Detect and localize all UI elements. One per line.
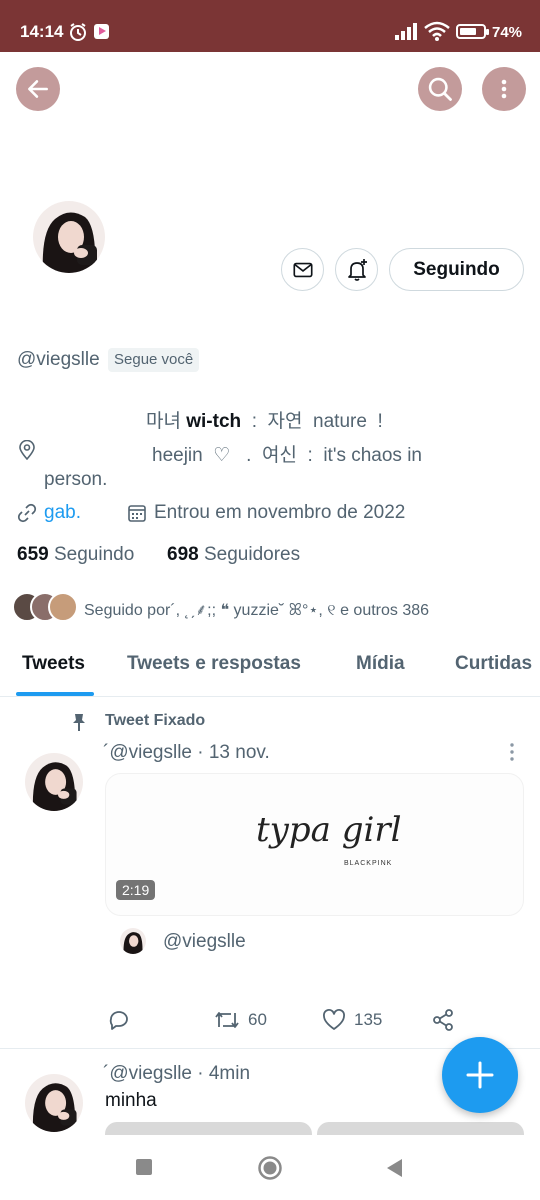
retweet-count: 60 — [248, 1010, 267, 1029]
avatar-photo — [25, 753, 83, 811]
link-icon — [17, 503, 37, 523]
following-stat[interactable]: 659 Seguindo — [17, 544, 134, 566]
signal-icon — [395, 23, 417, 40]
back-nav-icon[interactable] — [384, 1157, 404, 1179]
video-card[interactable]: typa girl BLACKPINK 2:19 — [105, 773, 524, 916]
followers-count: 698 — [167, 544, 199, 565]
share-icon — [433, 1009, 453, 1031]
avatar-photo — [120, 928, 146, 954]
battery-label: 74% — [492, 24, 523, 41]
share-button[interactable] — [431, 1008, 455, 1032]
bio-text: 마녀 — [146, 411, 187, 432]
tweet-header[interactable]: ´@viegslle · 4min — [103, 1063, 250, 1085]
followers-label: Seguidores — [203, 544, 301, 565]
bell-plus-icon — [347, 258, 367, 281]
following-label: Seguindo — [53, 544, 135, 565]
tabs-divider — [0, 696, 540, 697]
notifications-button[interactable] — [335, 248, 378, 291]
status-time: 14:14 — [20, 22, 64, 41]
plus-icon — [466, 1061, 494, 1089]
search-button[interactable] — [418, 67, 462, 111]
bio-line-2: heejin ♡ . 여신 : it's chaos in — [152, 445, 423, 466]
follows-you-badge: Segue você — [108, 348, 200, 372]
wifi-icon — [424, 21, 450, 41]
quoted-avatar — [120, 928, 146, 954]
reply-button[interactable] — [107, 1008, 131, 1032]
retweet-icon — [215, 1012, 239, 1028]
bio-text: : 자연 nature ! — [241, 411, 383, 432]
tweet-avatar[interactable] — [25, 1074, 83, 1132]
location-icon — [19, 440, 35, 460]
heart-icon — [323, 1009, 345, 1030]
like-button[interactable]: 135 — [322, 1008, 382, 1032]
followers-stat[interactable]: 698 Seguidores — [167, 544, 300, 566]
compose-tweet-button[interactable] — [442, 1037, 518, 1113]
tweet-more-icon[interactable] — [502, 742, 522, 762]
joined-date: Entrou em novembro de 2022 — [154, 502, 406, 523]
system-nav-bar — [0, 1135, 540, 1200]
home-icon[interactable] — [257, 1155, 283, 1181]
tab-tweets-replies[interactable]: Tweets e respostas — [127, 653, 301, 675]
pin-icon — [73, 714, 85, 731]
avatar-photo — [25, 1074, 83, 1132]
calendar-icon — [128, 505, 146, 522]
recents-icon[interactable] — [134, 1157, 154, 1177]
bio-bold-text: wi-tch — [186, 411, 242, 432]
followed-by-text[interactable]: Seguido por´, ˛ˏ⸙;; ❝ yuzzie˘ ꕤ°⋆, ୧ e o… — [84, 598, 429, 620]
more-button[interactable] — [482, 67, 526, 111]
quoted-handle[interactable]: @viegslle — [163, 931, 246, 953]
profile-handle: @viegslle — [17, 349, 100, 370]
status-bar: 14:14 74% — [0, 0, 540, 52]
search-icon — [428, 77, 452, 101]
tweet-header[interactable]: ´@viegslle · 13 nov. — [103, 742, 270, 764]
tab-tweets[interactable]: Tweets — [22, 653, 85, 675]
arrow-left-icon — [28, 80, 48, 98]
retweet-button[interactable]: 60 — [214, 1008, 267, 1032]
more-vertical-icon — [501, 79, 507, 99]
following-button[interactable]: Seguindo — [389, 248, 524, 291]
profile-avatar[interactable] — [33, 201, 105, 273]
battery-level — [460, 28, 477, 35]
tweet-text: minha — [105, 1090, 157, 1111]
following-count: 659 — [17, 544, 49, 565]
mail-icon — [292, 262, 313, 277]
profile-link[interactable]: gab. — [44, 502, 81, 524]
media-subtitle: BLACKPINK — [344, 860, 393, 867]
tweet-avatar[interactable] — [25, 753, 83, 811]
alarm-icon — [70, 23, 86, 41]
message-button[interactable] — [281, 248, 324, 291]
bio-line-1: 마녀 wi-tch : 자연 nature ! — [146, 406, 383, 433]
avatar-photo — [33, 201, 105, 273]
back-button[interactable] — [16, 67, 60, 111]
bio-line-3: person. — [44, 469, 108, 490]
battery-icon — [456, 24, 489, 39]
pinned-label: Tweet Fixado — [105, 712, 206, 729]
reply-icon — [109, 1011, 128, 1030]
tab-media[interactable]: Mídia — [356, 653, 405, 675]
like-count: 135 — [354, 1010, 383, 1029]
tab-likes[interactable]: Curtidas — [455, 653, 532, 675]
play-store-icon — [94, 24, 109, 39]
follower-avatar — [48, 592, 78, 622]
video-duration: 2:19 — [116, 880, 156, 900]
media-title: typa girl — [256, 810, 402, 850]
